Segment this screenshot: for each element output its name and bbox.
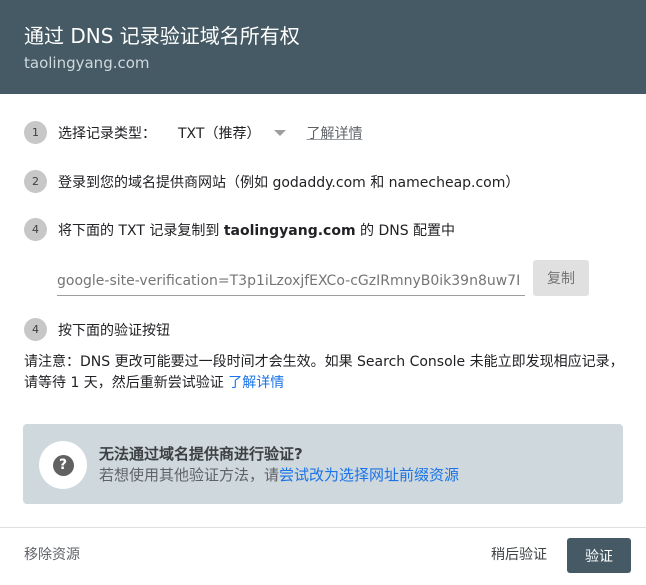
verify-later-button[interactable]: 稍后验证 — [491, 544, 547, 564]
step-label: 选择记录类型： — [58, 125, 156, 142]
note-learn-more-link[interactable]: 了解详情 — [228, 375, 284, 391]
step-domain: taolingyang.com — [223, 222, 356, 239]
dropdown-arrow-icon — [274, 129, 287, 136]
footer-divider — [0, 527, 646, 528]
step-text: 登录到您的域名提供商网站（例如 godaddy.com 和 namecheap.… — [58, 174, 520, 191]
step-text-before: 将下面的 TXT 记录复制到 — [58, 222, 224, 239]
verification-dialog: 通过 DNS 记录验证域名所有权 taolingyang.com 1 选择记录类… — [0, 0, 646, 585]
property-domain: taolingyang.com — [24, 54, 150, 72]
alternative-text: 若想使用其他验证方法，请 — [99, 466, 280, 484]
copy-button[interactable]: 复制 — [533, 260, 589, 296]
step-text: 按下面的验证按钮 — [58, 322, 170, 339]
alternative-method-box: ? 无法通过域名提供商进行验证? 若想使用其他验证方法，请尝试改为选择网址前缀资… — [23, 424, 623, 504]
note-text: 请注意：DNS 更改可能要过一段时间才会生效。如果 Search Console… — [24, 354, 624, 391]
learn-more-link[interactable]: 了解详情 — [306, 123, 362, 143]
txt-record-row: google-site-verification=T3p1iLzoxjfEXCo… — [57, 260, 589, 296]
step-copy-record: 4 将下面的 TXT 记录复制到 taolingyang.com 的 DNS 配… — [24, 218, 455, 241]
alternative-description: 若想使用其他验证方法，请尝试改为选择网址前缀资源 — [99, 464, 459, 485]
record-type-value: TXT（推荐） — [178, 125, 261, 142]
dialog-title: 通过 DNS 记录验证域名所有权 — [24, 24, 300, 48]
step-number: 4 — [24, 318, 47, 341]
step-number: 2 — [24, 170, 47, 193]
step-text: 将下面的 TXT 记录复制到 taolingyang.com 的 DNS 配置中 — [58, 220, 455, 240]
txt-record-field[interactable]: google-site-verification=T3p1iLzoxjfEXCo… — [57, 260, 525, 296]
step-press-verify: 4 按下面的验证按钮 — [24, 318, 170, 341]
step-number: 4 — [24, 218, 47, 241]
record-type-select[interactable]: TXT（推荐） — [178, 123, 306, 143]
alternative-title: 无法通过域名提供商进行验证? — [99, 445, 303, 463]
dialog-header: 通过 DNS 记录验证域名所有权 taolingyang.com — [0, 0, 646, 94]
remove-property-button[interactable]: 移除资源 — [24, 544, 80, 564]
help-icon: ? — [52, 454, 74, 476]
step-text-after: 的 DNS 配置中 — [355, 222, 456, 239]
url-prefix-link[interactable]: 尝试改为选择网址前缀资源 — [279, 466, 459, 484]
help-icon-container: ? — [39, 441, 87, 489]
step-sign-in-provider: 2 登录到您的域名提供商网站（例如 godaddy.com 和 namechea… — [24, 170, 519, 193]
step-number: 1 — [24, 121, 47, 144]
dns-propagation-note: 请注意：DNS 更改可能要过一段时间才会生效。如果 Search Console… — [24, 352, 624, 394]
verify-button[interactable]: 验证 — [567, 538, 631, 573]
step-select-record-type: 1 选择记录类型： TXT（推荐） 了解详情 — [24, 121, 362, 144]
